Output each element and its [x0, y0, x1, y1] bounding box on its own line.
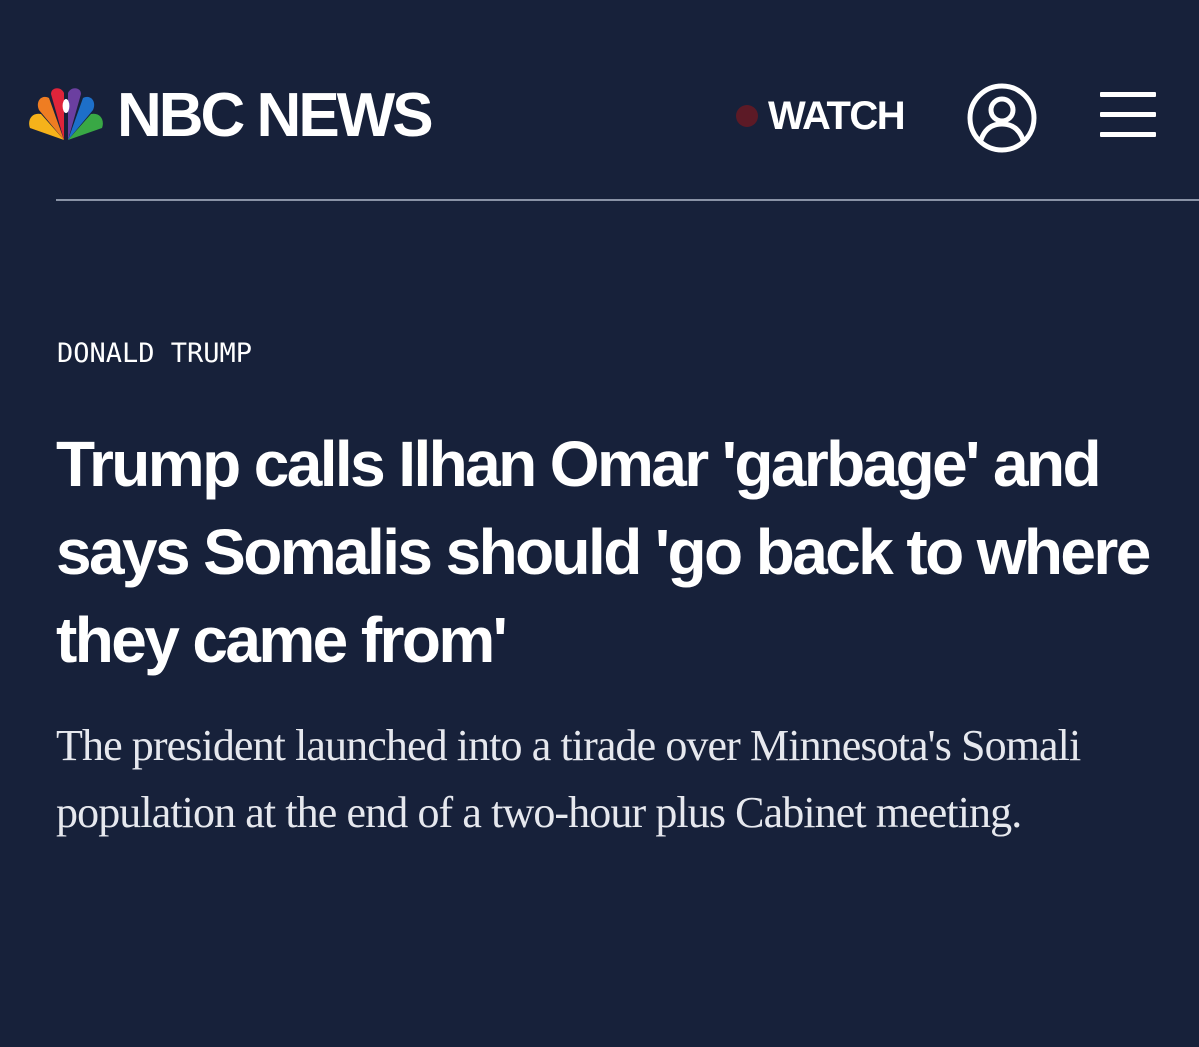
menu-bar [1100, 92, 1156, 97]
live-dot-icon [736, 105, 758, 127]
menu-bar [1100, 112, 1156, 117]
logo-wordmark: NBC NEWS [117, 81, 434, 150]
menu-bar [1100, 132, 1156, 137]
article-dek: The president launched into a tirade ove… [56, 721, 1081, 837]
hamburger-menu-button[interactable] [1100, 92, 1156, 138]
header-divider [56, 199, 1199, 201]
account-button[interactable] [966, 82, 1038, 154]
watch-label: WATCH [768, 94, 906, 138]
topic-eyebrow-link[interactable]: DONALD TRUMP [57, 338, 252, 370]
user-account-icon [967, 83, 1037, 153]
watch-button[interactable]: WATCH [736, 94, 906, 138]
nbc-news-logo-link[interactable]: NBC NEWS [27, 81, 434, 150]
nbc-peacock-icon [29, 88, 103, 140]
article-headline: Trump calls Ilhan Omar 'garbage' and say… [56, 428, 1151, 676]
site-header: NBC NEWS WATCH [0, 0, 1199, 200]
